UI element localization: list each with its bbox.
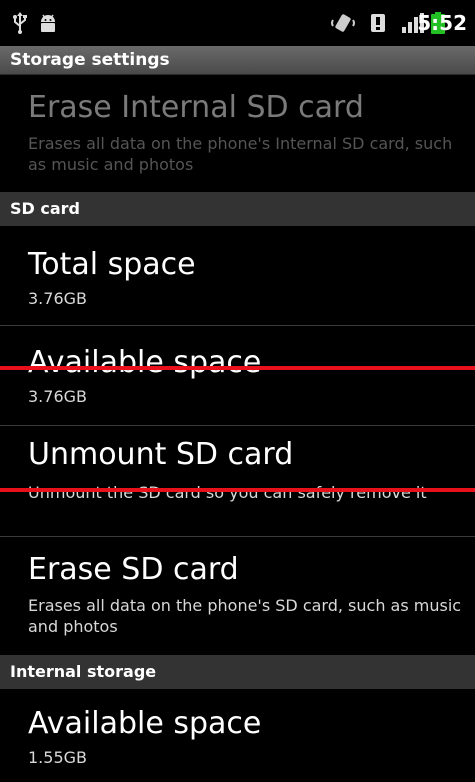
pref-title: Erase SD card <box>28 552 239 587</box>
alert-icon <box>371 14 385 32</box>
pref-sd-available-space[interactable]: Available space 3.76GB <box>0 326 475 425</box>
android-debug-icon <box>41 14 55 32</box>
category-internal-storage: Internal storage <box>0 655 475 689</box>
pref-title: Available space <box>28 706 262 741</box>
usb-icon <box>13 12 27 34</box>
status-clock: 5:52 <box>417 11 467 35</box>
pref-title: Unmount SD card <box>28 437 294 472</box>
category-label: SD card <box>10 199 80 218</box>
pref-summary: 3.76GB <box>28 289 87 308</box>
pref-title: Available space <box>28 345 262 380</box>
pref-summary: Erases all data on the phone's Internal … <box>28 134 453 174</box>
pref-internal-available-space[interactable]: Available space 1.55GB <box>0 689 475 782</box>
pref-erase-internal-sd-card[interactable]: Erase Internal SD card Erases all data o… <box>0 75 475 191</box>
category-label: Internal storage <box>10 662 157 681</box>
overlay-line-top <box>0 366 475 370</box>
pref-total-space[interactable]: Total space 3.76GB <box>0 226 475 325</box>
page-title: Storage settings <box>10 50 170 70</box>
pref-summary: Unmount the SD card so you can safely re… <box>28 483 427 502</box>
overlay-line-bottom <box>0 488 475 492</box>
pref-unmount-sd-card[interactable]: Unmount SD card Unmount the SD card so y… <box>0 426 475 536</box>
category-sd-card: SD card <box>0 192 475 226</box>
vibrate-icon <box>331 14 355 32</box>
status-bar: 5:52 <box>0 0 475 46</box>
pref-summary: 3.76GB <box>28 387 87 406</box>
pref-summary: Erases all data on the phone's SD card, … <box>28 596 462 636</box>
pref-title: Erase Internal SD card <box>28 90 364 125</box>
title-bar: Storage settings <box>0 46 475 75</box>
pref-erase-sd-card[interactable]: Erase SD card Erases all data on the pho… <box>0 537 475 655</box>
pref-summary: 1.55GB <box>28 748 87 767</box>
pref-title: Total space <box>28 247 196 282</box>
